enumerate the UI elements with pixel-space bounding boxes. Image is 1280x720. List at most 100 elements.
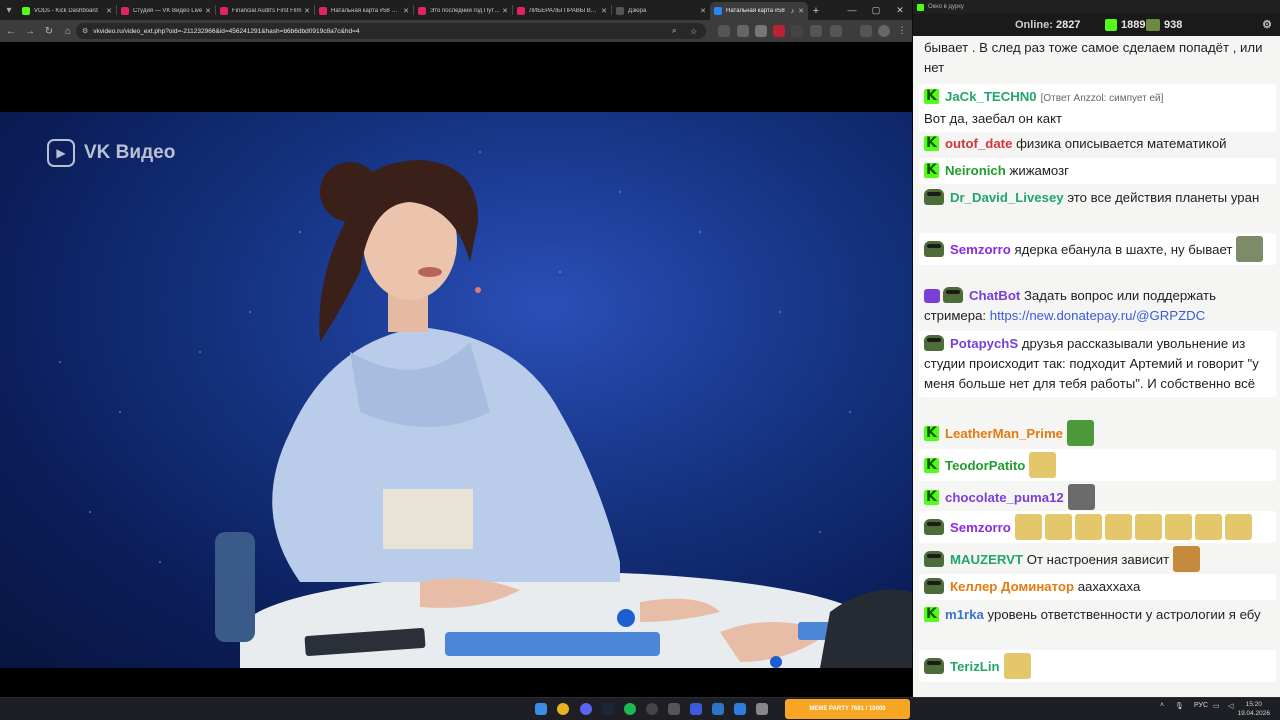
start-icon[interactable] [535,703,547,715]
chat-username[interactable]: Semzorro [950,242,1011,257]
video-player[interactable]: ▶ VK Видео [0,42,912,697]
app-icon[interactable] [668,703,680,715]
chat-message[interactable]: ChatBot Задать вопрос или поддержать стр… [919,283,1276,329]
meme-party-widget[interactable]: MEME PARTY 7681 / 10000 [785,699,910,719]
chat-emote-icon[interactable] [1173,546,1201,572]
chat-message[interactable]: chocolate_puma12 [919,481,1276,513]
tab-close-icon[interactable]: ✕ [700,7,706,15]
chat-emote-icon[interactable] [1134,514,1162,540]
chat-message[interactable]: MAUZERVT От настроения зависит [919,543,1276,575]
chat-username[interactable]: TerizLin [950,659,1000,674]
app-icon[interactable] [734,703,746,715]
chat-username[interactable]: chocolate_puma12 [945,490,1064,505]
chat-username[interactable]: m1rka [945,607,984,622]
chat-settings-icon[interactable]: ⚙ [1262,18,1272,31]
chat-message[interactable]: TerizLin [919,650,1276,682]
extension-icon[interactable] [755,25,767,37]
browser-tab[interactable]: Financial Audit's First Film ✕ [216,2,314,20]
tab-audio-icon[interactable]: ♪ [791,8,795,15]
chat-username[interactable]: LeatherMan_Prime [945,426,1063,441]
mic-icon[interactable]: 🎙 [1175,702,1184,710]
chat-message[interactable]: Semzorro ядерка ебанула в шахте, ну быва… [919,233,1276,265]
maximize-icon[interactable]: ▢ [864,0,888,20]
tab-close-icon[interactable]: ✕ [106,7,112,15]
chat-emote-icon[interactable] [1194,514,1222,540]
tab-close-icon[interactable]: ✕ [502,7,508,15]
extensions-puzzle-icon[interactable] [810,25,822,37]
chat-message[interactable]: outof_date физика описывается математико… [919,131,1276,157]
chat-username[interactable]: TeodorPatito [945,458,1025,473]
volume-icon[interactable]: ◁ [1228,702,1233,710]
chat-username[interactable]: Neironich [945,163,1006,178]
chat-message[interactable]: PotapychS друзья рассказывали увольнение… [919,331,1276,397]
chat-username[interactable]: Келлер Доминатор [950,579,1074,594]
chat-emote-icon[interactable] [1224,514,1252,540]
new-tab-icon[interactable]: + [808,2,824,20]
chrome-icon[interactable] [557,703,569,715]
browser-tab[interactable]: Студия — VK Видео Live ✕ [117,2,215,20]
chat-username[interactable]: outof_date [945,136,1012,151]
chat-username[interactable]: Dr_David_Livesey [950,190,1064,205]
video-frame[interactable]: ▶ VK Видео [0,112,912,668]
chat-username[interactable]: JaCk_TECHN0 [945,89,1037,104]
tray-expand-icon[interactable]: ˄ [1160,702,1164,709]
minimize-icon[interactable]: — [840,0,864,20]
chat-message[interactable]: Dr_David_Livesey это все действия планет… [919,185,1276,211]
chat-emote-icon[interactable] [1067,484,1095,510]
chat-emote-icon[interactable] [1236,236,1264,262]
media-control-icon[interactable] [860,25,872,37]
chat-username[interactable]: ChatBot [969,288,1020,303]
tab-search-icon[interactable]: ▾ [0,0,18,20]
chat-message[interactable]: Neironich жижамозг [919,158,1276,184]
zoom-icon[interactable]: ⌕ [672,23,676,39]
browser-tab[interactable]: Натальная карта #58 ♪ ✕ [710,2,808,20]
clock[interactable]: 15:20 19.04.2026 [1237,700,1270,718]
chat-message[interactable]: m1rka уровень ответственности у астролог… [919,602,1276,628]
chat-link[interactable]: https://new.donatepay.ru/@GRPZDC [990,308,1205,323]
tab-close-icon[interactable]: ✕ [304,7,310,15]
browser-tab[interactable]: VODs - Kick Dashboard ✕ [18,2,116,20]
menu-kebab-icon[interactable]: ⋮ [896,25,908,37]
spotify-icon[interactable] [624,703,636,715]
obs-icon[interactable] [646,703,658,715]
chat-message[interactable]: TeodorPatito [919,449,1276,481]
chat-emote-icon[interactable] [1164,514,1192,540]
address-bar[interactable]: ⚙ vkvideo.ru/video_ext.php?oid=-21123296… [76,23,706,39]
site-info-icon[interactable]: ⚙ [82,27,88,35]
app-icon[interactable] [690,703,702,715]
browser-tab[interactable]: Дзюра ✕ [612,2,710,20]
chat-emote-icon[interactable] [1003,653,1031,679]
chat-message[interactable]: Semzorro [919,511,1276,543]
chat-emote-icon[interactable] [1014,514,1042,540]
network-icon[interactable]: ▭ [1213,702,1220,710]
browser-tab[interactable]: Это последний год Путина ✕ [414,2,512,20]
steam-icon[interactable] [602,703,614,715]
bookmark-star-icon[interactable]: ☆ [690,23,697,39]
browser-tab[interactable]: Натальная карта #58 Анна ✕ [315,2,413,20]
chat-emote-icon[interactable] [1044,514,1072,540]
extension-icon[interactable] [718,25,730,37]
browser-tab[interactable]: ЛИБЕРАЛЫ ПРАВЫ ВО ВСЁМ✕ [513,2,611,20]
chat-username[interactable]: Semzorro [950,520,1011,535]
chat-emote-icon[interactable] [1067,420,1094,446]
chat-message[interactable]: Келлер Доминатор аахаххаха [919,574,1276,600]
extension-icon[interactable] [791,25,803,37]
profile-avatar-icon[interactable] [878,25,890,37]
back-icon[interactable]: ← [3,23,19,39]
tab-close-icon[interactable]: ✕ [403,7,409,15]
chat-username[interactable]: MAUZERVT [950,552,1023,567]
chat-emote-icon[interactable] [1029,452,1057,478]
chat-message[interactable]: бывает . В след раз тоже самое сделаем п… [919,36,1276,81]
forward-icon[interactable]: → [22,23,38,39]
discord-icon[interactable] [580,703,592,715]
chat-emote-icon[interactable] [1104,514,1132,540]
chat-message[interactable]: LeatherMan_Prime [919,417,1276,449]
chat-message-list[interactable]: бывает . В след раз тоже самое сделаем п… [919,36,1276,684]
extension-icon[interactable] [830,25,842,37]
app-icon[interactable] [756,703,768,715]
extension-icon[interactable] [737,25,749,37]
tab-close-icon[interactable]: ✕ [205,7,211,15]
tab-close-icon[interactable]: ✕ [798,7,804,15]
reload-icon[interactable]: ↻ [41,23,57,39]
home-icon[interactable]: ⌂ [60,23,76,39]
